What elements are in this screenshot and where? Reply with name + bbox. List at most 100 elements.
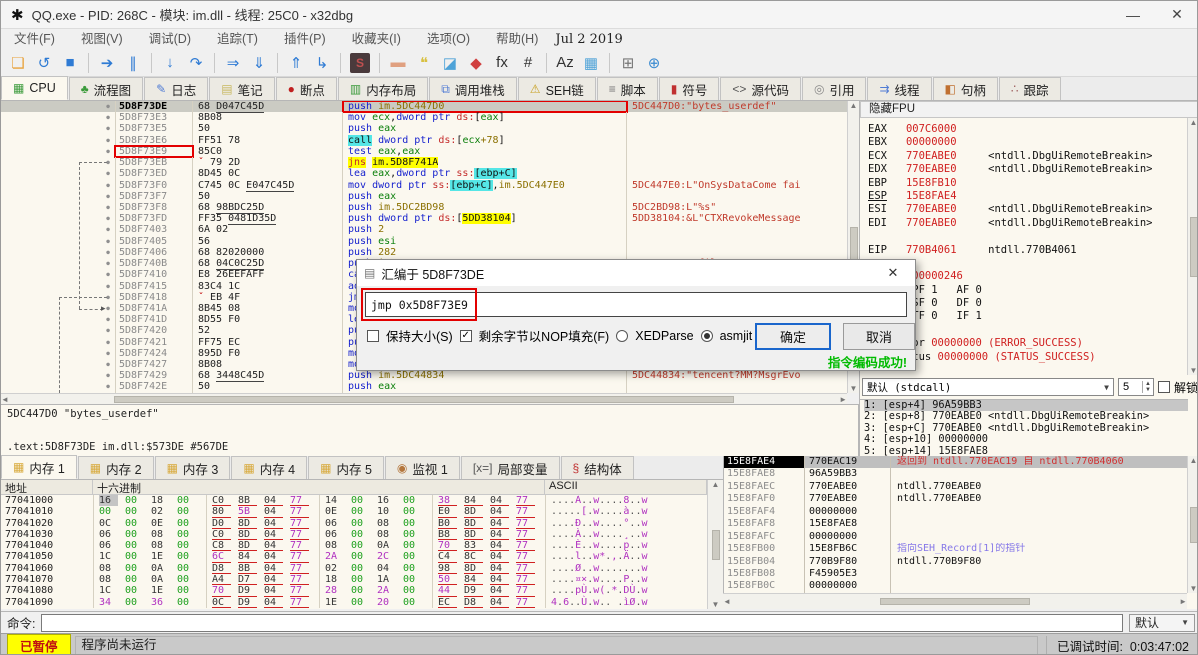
dialog-close-icon[interactable]: ✕	[878, 265, 908, 281]
disasm-row[interactable]: ● 5D8F73EB ˇ 79 2D jns im.5D8F741A	[1, 157, 847, 169]
scylla-icon[interactable]: S	[350, 52, 370, 73]
labels-icon[interactable]: ◪	[438, 51, 462, 75]
stack-row[interactable]: 15E8FAF4 00000000	[724, 505, 1197, 519]
browser-icon[interactable]: ⊕	[642, 51, 666, 75]
dump-row[interactable]: 77041010 00 00 02 00 80 5B 04 77 0E 00 10 00 E0 8D 04 77…	[1, 506, 707, 518]
dump-tab[interactable]: ▦ 内存 2	[77, 456, 154, 479]
tab-log[interactable]: ✎ 日志	[144, 77, 209, 100]
stack-row[interactable]: 15E8FB00 15E8FB6C 指向SEH_Record[1]的指针	[724, 543, 1197, 556]
menu-item[interactable]: 帮助(H)	[483, 29, 551, 49]
disasm-row[interactable]: ● 5D8F7403 6A 02 push 2	[1, 224, 847, 236]
menu-item[interactable]: 选项(O)	[414, 29, 483, 49]
register-line[interactable]: CF 0 TF 0 IF 1	[868, 310, 1188, 323]
disasm-row[interactable]: ● 5D8F73F7 50 push eax	[1, 190, 847, 202]
run-to-user-code-icon[interactable]: ⇑	[284, 51, 308, 75]
stack-row[interactable]: 15E8FAF0 770EABE0 ntdll.770EABE0	[724, 493, 1197, 506]
cancel-button[interactable]: 取消	[843, 323, 915, 350]
stack-row[interactable]: 15E8FAEC 770EABE0 ntdll.770EABE0	[724, 480, 1197, 494]
notes-icon[interactable]: ▦	[579, 51, 603, 75]
tab-graph[interactable]: ♣ 流程图	[68, 77, 144, 100]
disasm-row[interactable]: ● 5D8F742E 50 push eax	[1, 381, 847, 393]
dump-vscrollbar[interactable]: ▲ ▼	[707, 480, 723, 609]
hide-fpu-button[interactable]: 隐藏FPU	[860, 101, 1197, 118]
disasm-row[interactable]: ● 5D8F73E5 50 push eax	[1, 123, 847, 135]
bookmarks-icon[interactable]: ◆	[464, 51, 488, 75]
dump-rows[interactable]: 77041000 16 00 18 00 C0 8B 04 77 14 00 16 00 38 84 04 77…	[1, 495, 707, 609]
patches-icon[interactable]: ▬	[386, 51, 410, 75]
dump-tab[interactable]: ◉ 监视 1	[384, 456, 460, 479]
tab-threads[interactable]: ⇉ 线程	[867, 77, 932, 100]
register-line[interactable]: ZF 1 PF 1 AF 0	[868, 284, 1188, 297]
dump-tab[interactable]: ▦ 内存 5	[308, 456, 384, 479]
register-line[interactable]: EBX 00000000	[868, 136, 1188, 149]
disasm-row[interactable]: ● 5D8F73F8 68 98BDC25D push im.5DC2BD98 5DC2…	[1, 201, 847, 214]
dump-tab[interactable]: § 结构体	[560, 456, 634, 479]
register-line[interactable]: ESI 770EABE0 <ntdll.DbgUiRemoteBreakin>	[868, 203, 1188, 216]
stack-row[interactable]: 15E8FAE8 96A59BB3	[724, 468, 1197, 481]
register-line[interactable]: EDI 770EABE0 <ntdll.DbgUiRemoteBreakin>	[868, 217, 1188, 230]
menu-item[interactable]: 视图(V)	[68, 29, 136, 49]
dump-row[interactable]: 77041040 06 00 08 00 C8 8D 04 77 08 00 0A 00 70 83 04 77…	[1, 540, 707, 552]
xedparse-radio[interactable]	[616, 329, 629, 342]
register-line[interactable]	[868, 257, 1188, 270]
register-line[interactable]: EIP 770B4061 ntdll.770B4061	[868, 244, 1188, 257]
menu-item[interactable]: 调试(D)	[136, 29, 204, 49]
stack-row[interactable]: 15E8FAF8 15E8FAE8	[724, 518, 1197, 531]
functions-icon[interactable]: fx	[490, 51, 514, 75]
menu-item[interactable]: 插件(P)	[271, 29, 339, 49]
step-over-icon[interactable]: ↷	[184, 51, 208, 75]
step-into-user-icon[interactable]: ↳	[310, 51, 334, 75]
dump-row[interactable]: 77041070 08 00 0A 00 A4 D7 04 77 18 00 1A 00 50 84 04 77…	[1, 574, 707, 586]
stack-vscrollbar[interactable]: ▲ ▼	[1187, 456, 1197, 593]
dump-row[interactable]: 77041020 0C 00 0E 00 D0 8D 04 77 06 00 08 00 B0 8D 04 77…	[1, 517, 707, 529]
tab-cpu[interactable]: ▦ CPU	[1, 76, 68, 100]
run-to-selection-icon[interactable]: ⇒	[221, 51, 245, 75]
fill-nop-checkbox[interactable]: ✓	[459, 329, 472, 342]
dump-tab[interactable]: [x=] 局部变量	[460, 456, 560, 479]
case-icon[interactable]: Az	[553, 51, 577, 75]
unlock-checkbox[interactable]	[1157, 381, 1170, 393]
register-line[interactable]: LastStatus 00000000 (STATUS_SUCCESS)	[868, 351, 1188, 364]
disasm-row[interactable]: ● 5D8F7406 68 82020000 push 282	[1, 246, 847, 259]
tab-script[interactable]: ≡ 脚本	[596, 77, 658, 100]
dump-row[interactable]: 77041000 16 00 18 00 C0 8B 04 77 14 00 16 00 38 84 04 77…	[1, 495, 707, 507]
execute-till-return-icon[interactable]: ⇓	[247, 51, 271, 75]
stack-row[interactable]: 15E8FB08 F45905E3	[724, 567, 1197, 581]
register-line[interactable]: ECX 770EABE0 <ntdll.DbgUiRemoteBreakin>	[868, 150, 1188, 163]
register-line[interactable]: OF 0 SF 0 DF 0	[868, 297, 1188, 310]
stop-icon[interactable]: ■	[58, 51, 82, 75]
dump-row[interactable]: 77041050 1C 00 1E 00 6C 84 04 77 2A 00 2C 00 C4 8C 04 77…	[1, 551, 707, 563]
disasm-row[interactable]: ● 5D8F73E6 FF51 78 call dword ptr ds:[ecx+7…	[1, 134, 847, 146]
comments-icon[interactable]: ❝	[412, 51, 436, 75]
keep-size-checkbox[interactable]	[367, 329, 379, 342]
pause-icon[interactable]: ∥	[121, 51, 145, 75]
register-line[interactable]	[868, 324, 1188, 337]
stack-row[interactable]: 15E8FAE4 770EAC19 返回到 ntdll.770EAC19 自 ntd…	[724, 456, 1197, 469]
dump-tab[interactable]: ▦ 内存 4	[231, 456, 308, 479]
disasm-hscrollbar[interactable]: ◄ ►	[1, 393, 847, 404]
disasm-row[interactable]: ● 5D8F7429 68 3448C45D push im.5DC44834 5DC4…	[1, 370, 847, 383]
open-file-icon[interactable]: ❏	[6, 51, 30, 75]
tab-symbols[interactable]: ▮ 符号	[658, 77, 720, 100]
disasm-row[interactable]: ● 5D8F7405 56 push esi	[1, 235, 847, 247]
menu-item[interactable]: 追踪(T)	[204, 29, 271, 49]
dump-row[interactable]: 77041080 1C 00 1E 00 70 D9 04 77 28 00 2A 00 44 D9 04 77…	[1, 585, 707, 597]
tab-breakpoints[interactable]: ● 断点	[275, 77, 337, 100]
run-icon[interactable]: ➔	[95, 51, 119, 75]
dialog-title-bar[interactable]: ▤ 汇编于 5D8F73DE ✕	[357, 260, 915, 286]
tab-memmap[interactable]: ▥ 内存布局	[337, 77, 429, 100]
disasm-row[interactable]: ● 5D8F73E9 85C0 test eax,eax	[1, 144, 847, 159]
restart-icon[interactable]: ↺	[32, 51, 56, 75]
menu-item[interactable]: 收藏夹(I)	[339, 29, 414, 49]
tab-trace[interactable]: ∴ 跟踪	[998, 77, 1061, 100]
tab-handles[interactable]: ◧ 句柄	[932, 77, 998, 100]
argument-row[interactable]: 4: [esp+10] 00000000	[864, 433, 1188, 445]
arg-count-spinner[interactable]: 5 ▲ ▼	[1117, 378, 1154, 396]
stack-row[interactable]: 15E8FAFC 00000000	[724, 530, 1197, 544]
tab-source[interactable]: <> 源代码	[720, 77, 801, 100]
calling-convention-select[interactable]: 默认 (stdcall) ▼	[862, 378, 1114, 396]
disasm-row[interactable]: ● 5D8F73DE 68 D047C45D push im.5DC447D0 5DC4…	[1, 101, 847, 114]
register-line[interactable]: ESP 15E8FAE4	[868, 190, 1188, 203]
stack-row[interactable]: 15E8FB0C 00000000	[724, 580, 1197, 593]
dump-row[interactable]: 77041090 34 00 36 00 0C D9 04 77 1E 00 20 00 EC D8 04 77…	[1, 596, 707, 608]
